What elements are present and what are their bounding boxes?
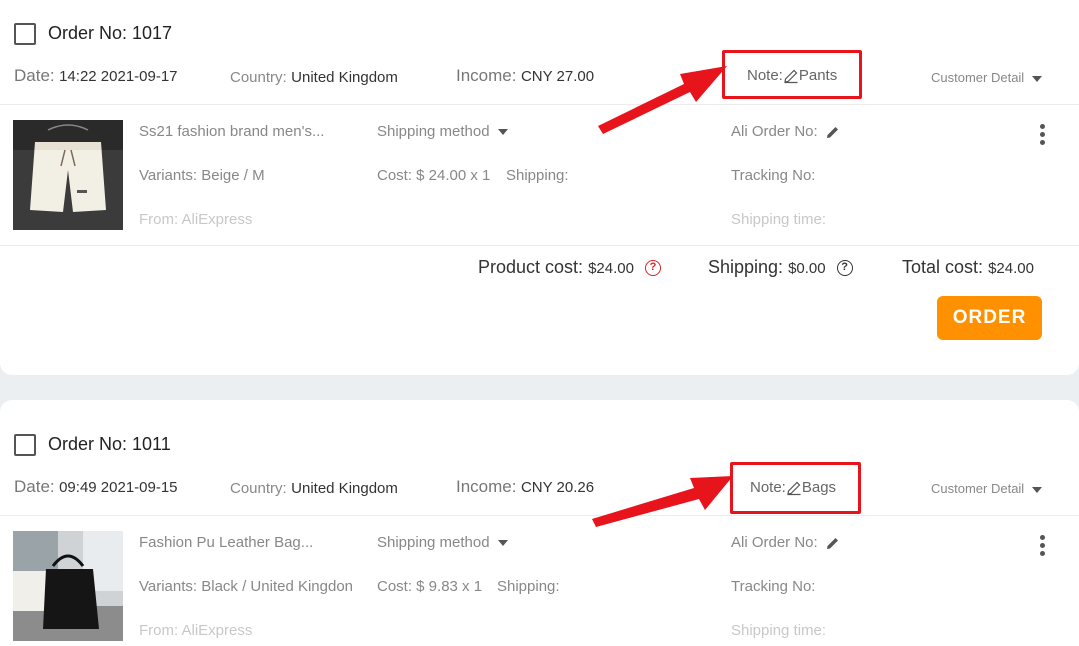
arrow-annotation-2 (592, 476, 733, 527)
arrow-annotation-1 (598, 66, 727, 134)
annotation-arrows (592, 66, 733, 527)
